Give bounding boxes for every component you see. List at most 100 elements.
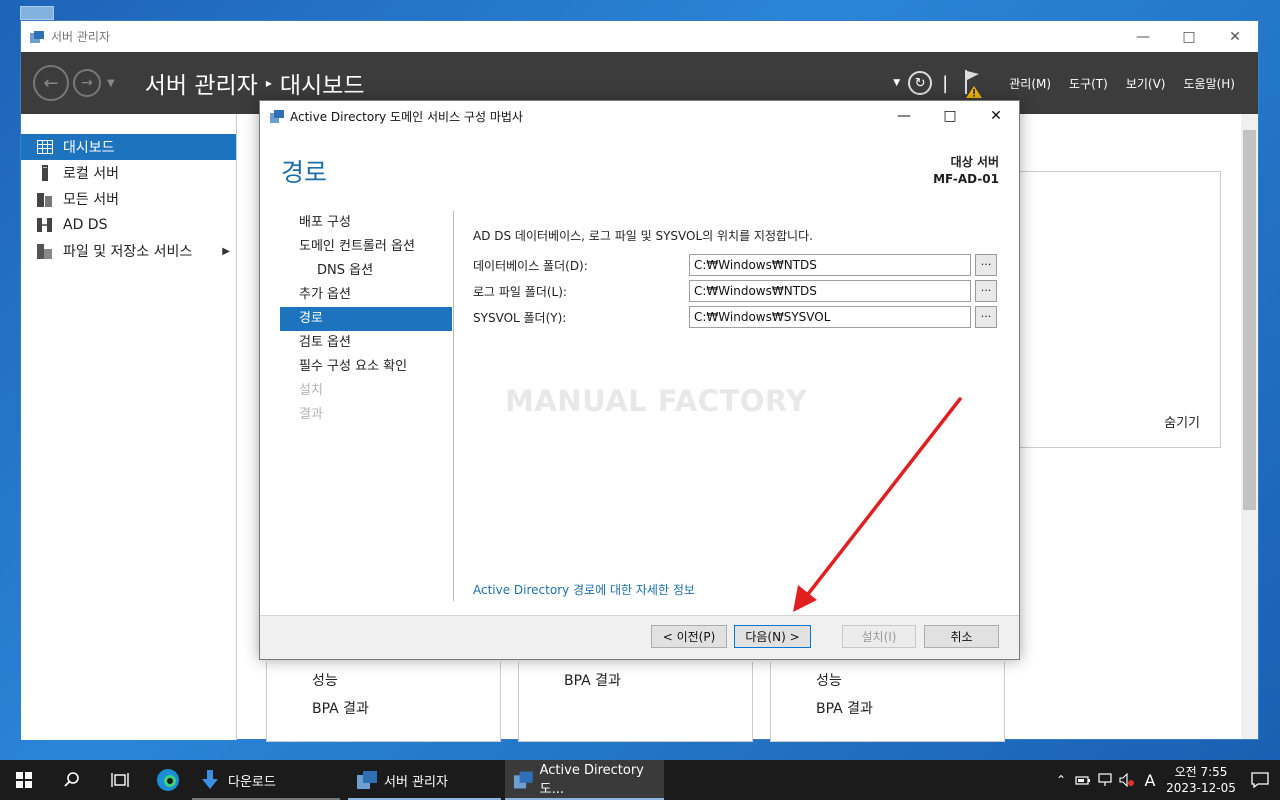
cancel-button[interactable]: 취소	[924, 625, 999, 648]
dashboard-icon	[37, 140, 53, 154]
tile-bpa[interactable]: BPA 결과	[564, 670, 621, 690]
sysvol-folder-label: SYSVOL 폴더(Y):	[473, 310, 567, 325]
database-folder-input[interactable]	[689, 254, 971, 276]
watermark-text: MANUAL FACTORY	[505, 384, 808, 418]
taskbar-app-label: Active Directory 도...	[539, 763, 644, 797]
power-icon[interactable]	[1072, 774, 1094, 786]
refresh-dropdown-icon[interactable]: ▼	[893, 78, 900, 88]
refresh-icon[interactable]: ↻	[908, 71, 933, 95]
next-button[interactable]: 다음(N) >	[734, 625, 811, 648]
tile-performance[interactable]: 성능	[312, 670, 338, 690]
start-button[interactable]	[0, 760, 48, 800]
log-folder-input[interactable]	[689, 280, 971, 302]
sidebar-item-all-servers[interactable]: 모든 서버	[21, 186, 236, 212]
notification-center-icon[interactable]	[1240, 772, 1280, 788]
server-icon	[42, 165, 48, 181]
wizard-app-icon	[513, 771, 533, 789]
menu-view[interactable]: 보기(V)	[1117, 75, 1175, 92]
nav-additional-options[interactable]: 추가 옵션	[280, 283, 452, 307]
taskbar-app-server-manager[interactable]: 서버 관리자	[348, 760, 501, 800]
nav-prerequisites-check[interactable]: 필수 구성 요소 확인	[280, 355, 452, 379]
breadcrumb-page: 대시보드	[279, 73, 365, 99]
nav-dc-options[interactable]: 도메인 컨트롤러 옵션	[280, 235, 452, 259]
breadcrumb: 서버 관리자 ▸ 대시보드	[145, 66, 365, 100]
minimize-button[interactable]: —	[1120, 21, 1166, 52]
dialog-maximize-button[interactable]: □	[927, 101, 973, 131]
page-title: 경로	[281, 158, 328, 187]
menu-manage[interactable]: 관리(M)	[1000, 75, 1060, 92]
tile-bpa[interactable]: BPA 결과	[816, 698, 873, 718]
sidebar-item-adds[interactable]: AD DS	[21, 212, 236, 238]
wizard-nav: 배포 구성 도메인 컨트롤러 옵션 DNS 옵션 추가 옵션 경로 검토 옵션 …	[280, 211, 452, 427]
nav-dns-options[interactable]: DNS 옵션	[280, 259, 452, 283]
clock-time: 오전 7:55	[1174, 765, 1228, 779]
target-server: 대상 서버 MF-AD-01	[933, 154, 999, 188]
sm-scrollbar[interactable]	[1241, 114, 1258, 739]
history-dropdown-icon[interactable]: ▼	[107, 78, 115, 89]
task-view-icon	[111, 773, 129, 787]
scrollbar-thumb[interactable]	[1243, 130, 1256, 510]
sidebar-item-file-storage[interactable]: 파일 및 저장소 서비스 ▶	[21, 238, 236, 264]
previous-button[interactable]: < 이전(P)	[651, 625, 727, 648]
search-button[interactable]	[48, 760, 96, 800]
task-view-button[interactable]	[96, 760, 144, 800]
system-tray: ⌃ A 오전 7:55 2023-12-05	[1050, 760, 1280, 800]
edge-icon	[157, 769, 179, 791]
log-browse-button[interactable]: ...	[975, 280, 997, 302]
taskbar-app-adds-wizard[interactable]: Active Directory 도...	[505, 760, 664, 800]
nav-installation: 설치	[299, 383, 323, 398]
more-info-link[interactable]: Active Directory 경로에 대한 자세한 정보	[473, 581, 695, 598]
log-folder-row: 로그 파일 폴더(L): ...	[473, 278, 1001, 304]
sysvol-folder-input[interactable]	[689, 306, 971, 328]
breadcrumb-root[interactable]: 서버 관리자	[145, 66, 258, 100]
show-hidden-icons-chevron-icon[interactable]: ⌃	[1050, 773, 1072, 787]
nav-divider	[453, 211, 454, 601]
menu-help[interactable]: 도움말(H)	[1174, 75, 1244, 92]
database-folder-row: 데이터베이스 폴더(D): ...	[473, 252, 1001, 278]
sidebar-item-label: 모든 서버	[63, 192, 119, 208]
hide-link[interactable]: 숨기기	[1164, 412, 1200, 431]
wizard-app-icon	[270, 109, 284, 123]
volume-muted-icon[interactable]	[1116, 773, 1138, 787]
dialog-close-button[interactable]: ✕	[973, 101, 1019, 131]
clock-date: 2023-12-05	[1166, 781, 1236, 795]
network-icon[interactable]	[1094, 773, 1116, 787]
dialog-minimize-button[interactable]: —	[881, 101, 927, 131]
nav-paths[interactable]: 경로	[280, 307, 452, 331]
edge-button[interactable]	[144, 760, 192, 800]
sysvol-browse-button[interactable]: ...	[975, 306, 997, 328]
nav-review-options[interactable]: 검토 옵션	[280, 331, 452, 355]
maximize-button[interactable]: □	[1166, 21, 1212, 52]
taskbar-app-downloads[interactable]: 다운로드	[192, 760, 340, 800]
install-button: 설치(I)	[842, 625, 916, 648]
nav-deployment-config[interactable]: 배포 구성	[280, 211, 452, 235]
breadcrumb-separator-icon: ▸	[265, 76, 272, 90]
notifications-flag-icon[interactable]	[962, 68, 986, 98]
sidebar-item-dashboard[interactable]: 대시보드	[21, 134, 236, 160]
sidebar-item-local-server[interactable]: 로컬 서버	[21, 160, 236, 186]
sidebar-item-label: 대시보드	[63, 140, 115, 156]
back-button[interactable]: ←	[33, 65, 69, 101]
taskbar-clock[interactable]: 오전 7:55 2023-12-05	[1162, 764, 1240, 796]
adds-wizard-dialog: Active Directory 도메인 서비스 구성 마법사 — □ ✕ 경로…	[259, 100, 1020, 660]
server-manager-icon	[30, 30, 44, 43]
desktop-recycle-icon[interactable]	[20, 6, 54, 20]
target-server-name: MF-AD-01	[933, 172, 999, 186]
paths-form: AD DS 데이터베이스, 로그 파일 및 SYSVOL의 위치를 지정합니다.…	[473, 227, 1001, 330]
nav-results: 결과	[299, 407, 323, 422]
log-folder-label: 로그 파일 폴더(L):	[473, 284, 567, 299]
expand-chevron-icon[interactable]: ▶	[222, 246, 230, 257]
sidebar-item-label: 로컬 서버	[63, 166, 119, 182]
taskbar: 다운로드 서버 관리자 Active Directory 도... ⌃ A 오전…	[0, 760, 1280, 800]
separator: |	[942, 72, 949, 94]
close-button[interactable]: ✕	[1212, 21, 1258, 52]
server-manager-icon	[357, 771, 377, 789]
tile-performance[interactable]: 성능	[816, 670, 842, 690]
tile-bpa[interactable]: BPA 결과	[312, 698, 369, 718]
windows-logo-icon	[16, 772, 32, 788]
ime-indicator[interactable]: A	[1138, 771, 1162, 790]
dialog-footer: < 이전(P) 다음(N) > 설치(I) 취소	[260, 615, 1019, 659]
forward-button[interactable]: →	[73, 69, 101, 97]
database-browse-button[interactable]: ...	[975, 254, 997, 276]
menu-tools[interactable]: 도구(T)	[1060, 75, 1117, 92]
